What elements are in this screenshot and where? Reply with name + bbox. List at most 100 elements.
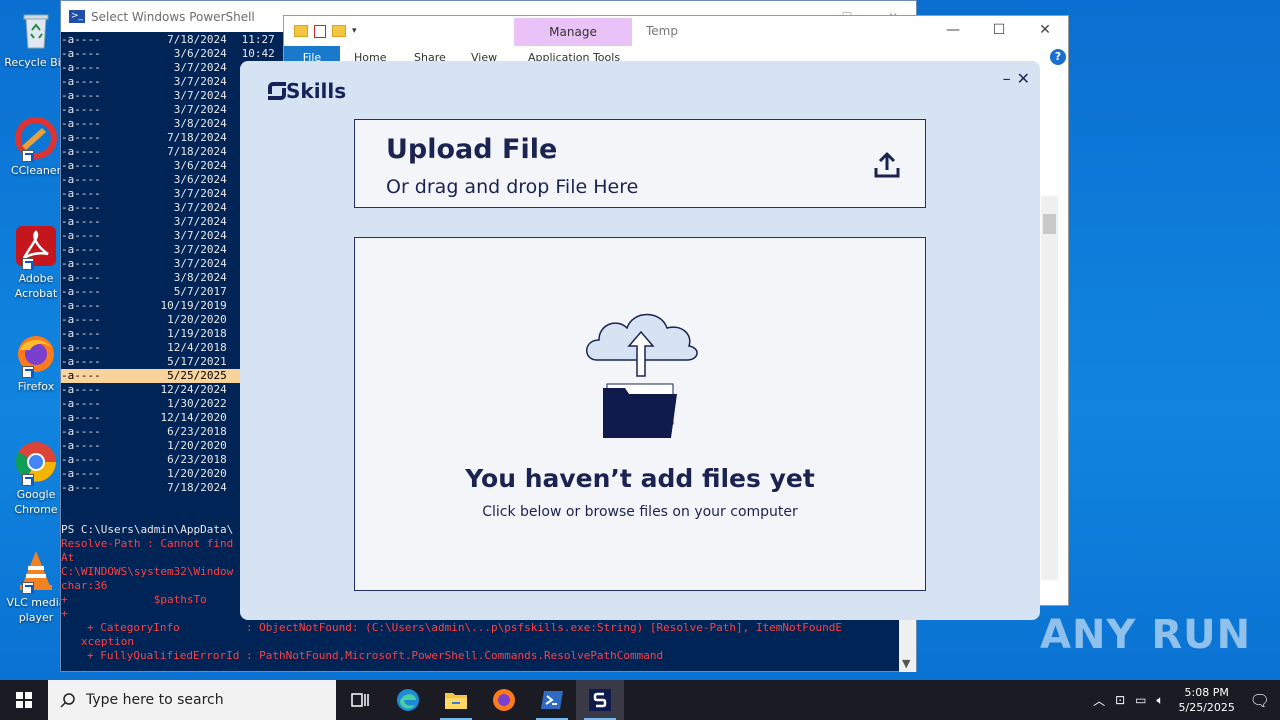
notifications-icon[interactable]: 🗨︎ <box>1250 691 1270 710</box>
desktop-icon-firefox[interactable]: Firefox <box>4 332 68 394</box>
file-date: 3/7/2024 <box>173 215 227 228</box>
file-date: 12/14/2020 <box>160 411 227 424</box>
skills-dialog[interactable]: Skills – ✕ Upload File Or drag and drop … <box>240 61 1040 620</box>
file-date: 1/30/2022 <box>167 397 227 410</box>
close-button[interactable]: ✕ <box>1022 16 1068 46</box>
desktop-icon-ccleaner[interactable]: CCleaner <box>4 116 68 178</box>
cloud-upload-folder-icon <box>586 313 698 438</box>
file-mode: -a---- <box>61 75 101 88</box>
file-date: 7/18/2024 <box>167 33 227 46</box>
desktop-icon-label: CCleaner <box>10 164 62 177</box>
file-date: 1/19/2018 <box>167 327 227 340</box>
file-mode: -a---- <box>61 117 101 130</box>
file-mode: -a---- <box>61 341 101 354</box>
quick-access-toolbar: ▾ <box>284 24 357 38</box>
file-date: 3/8/2024 <box>173 117 227 130</box>
help-icon[interactable]: ? <box>1050 49 1066 65</box>
firefox-icon <box>14 332 58 378</box>
edge-icon <box>397 689 419 711</box>
file-mode: -a---- <box>61 355 101 368</box>
file-mode: -a---- <box>61 481 101 494</box>
file-mode: -a---- <box>61 257 101 270</box>
scroll-down-icon[interactable]: ▼ <box>902 657 910 670</box>
file-date: 3/7/2024 <box>173 257 227 270</box>
file-date: 7/18/2024 <box>167 145 227 158</box>
desktop-icon-recycle-bin[interactable]: Recycle Bin <box>4 8 68 70</box>
display-icon[interactable]: ▭ <box>1135 693 1146 707</box>
clock-date: 5/25/2025 <box>1178 701 1235 714</box>
file-date: 3/7/2024 <box>173 229 227 242</box>
network-icon[interactable]: ⊡ <box>1115 693 1125 707</box>
file-date: 3/7/2024 <box>173 103 227 116</box>
volume-icon[interactable]: 🔈︎ <box>1156 693 1163 708</box>
properties-icon[interactable] <box>314 24 326 38</box>
task-view-button[interactable] <box>336 680 384 720</box>
windows-logo-icon <box>16 692 32 708</box>
desktop-icon-label: Google Chrome <box>14 488 58 516</box>
file-date: 3/7/2024 <box>173 89 227 102</box>
file-date: 3/6/2024 <box>173 47 227 60</box>
desktop-icon-adobe-acrobat[interactable]: Adobe Acrobat <box>4 224 68 301</box>
scrollbar-thumb[interactable] <box>1043 214 1056 234</box>
explorer-scrollbar[interactable] <box>1041 196 1058 580</box>
file-date: 1/20/2020 <box>167 439 227 452</box>
file-mode: -a---- <box>61 173 101 186</box>
shortcut-arrow-icon <box>22 150 34 162</box>
search-placeholder: Type here to search <box>86 692 224 708</box>
minimize-button[interactable]: — <box>930 16 976 46</box>
file-date: 12/24/2024 <box>160 383 227 396</box>
file-mode: -a---- <box>61 243 101 256</box>
show-hidden-icons-icon[interactable]: ︿ <box>1093 692 1105 709</box>
file-drop-zone[interactable]: You haven’t add files yet Click below or… <box>354 237 926 591</box>
clock[interactable]: 5:08 PM 5/25/2025 <box>1174 685 1240 715</box>
error-fqid: + FullyQualifiedErrorId : PathNotFound,M… <box>87 649 664 662</box>
desktop-icon-label: Recycle Bin <box>4 56 68 69</box>
minimize-icon[interactable]: – <box>1003 69 1011 88</box>
taskbar-file-explorer[interactable] <box>432 680 480 720</box>
adobe-acrobat-icon <box>14 224 58 270</box>
powershell-icon <box>541 691 563 709</box>
start-button[interactable] <box>0 680 48 720</box>
taskbar-powershell[interactable] <box>528 680 576 720</box>
clock-time: 5:08 PM <box>1184 686 1229 699</box>
new-folder-icon[interactable] <box>332 25 346 37</box>
tab-manage[interactable]: Manage <box>514 18 632 46</box>
desktop-icon-google-chrome[interactable]: Google Chrome <box>4 440 68 517</box>
folder-icon[interactable] <box>294 25 308 37</box>
file-date: 6/23/2018 <box>167 425 227 438</box>
file-mode: -a---- <box>61 215 101 228</box>
file-mode: -a---- <box>61 271 101 284</box>
maximize-button[interactable]: ☐ <box>976 16 1022 46</box>
file-mode: -a---- <box>61 103 101 116</box>
customize-toolbar-icon[interactable]: ▾ <box>352 26 357 36</box>
file-date: 12/4/2018 <box>167 341 227 354</box>
taskbar-search-box[interactable]: Type here to search <box>48 680 336 720</box>
upload-subtitle: Or drag and drop File Here <box>386 176 639 198</box>
task-view-icon <box>351 693 369 707</box>
taskbar-skills[interactable] <box>576 680 624 720</box>
error-category-info-cont: xception <box>81 635 134 648</box>
file-date: 1/20/2020 <box>167 467 227 480</box>
shortcut-arrow-icon <box>22 582 34 594</box>
vlc-icon <box>14 548 58 594</box>
ccleaner-icon <box>14 116 58 162</box>
upload-icon <box>874 152 900 178</box>
file-date: 3/8/2024 <box>173 271 227 284</box>
taskbar-edge[interactable] <box>384 680 432 720</box>
anyrun-watermark: ANY RUN <box>1040 612 1251 658</box>
taskbar-firefox[interactable] <box>480 680 528 720</box>
desktop-icon-vlc[interactable]: VLC media player <box>4 548 68 625</box>
taskbar: Type here to search ︿ ⊡ ▭ 🔈︎ 5:08 PM 5/2… <box>0 680 1280 720</box>
error-category-info: + CategoryInfo : ObjectNotFound: (C:\Use… <box>87 621 842 634</box>
file-date: 6/23/2018 <box>167 453 227 466</box>
firefox-icon <box>493 689 515 711</box>
shortcut-arrow-icon <box>22 258 34 270</box>
close-icon[interactable]: ✕ <box>1017 69 1030 88</box>
shortcut-arrow-icon <box>22 474 34 486</box>
powershell-title: Select Windows PowerShell <box>91 9 255 24</box>
file-date: 3/7/2024 <box>173 61 227 74</box>
upload-file-button[interactable]: Upload File Or drag and drop File Here <box>354 119 926 208</box>
file-date: 3/6/2024 <box>173 159 227 172</box>
file-time: 10:42 <box>241 47 275 60</box>
file-mode: -a---- <box>61 299 101 312</box>
